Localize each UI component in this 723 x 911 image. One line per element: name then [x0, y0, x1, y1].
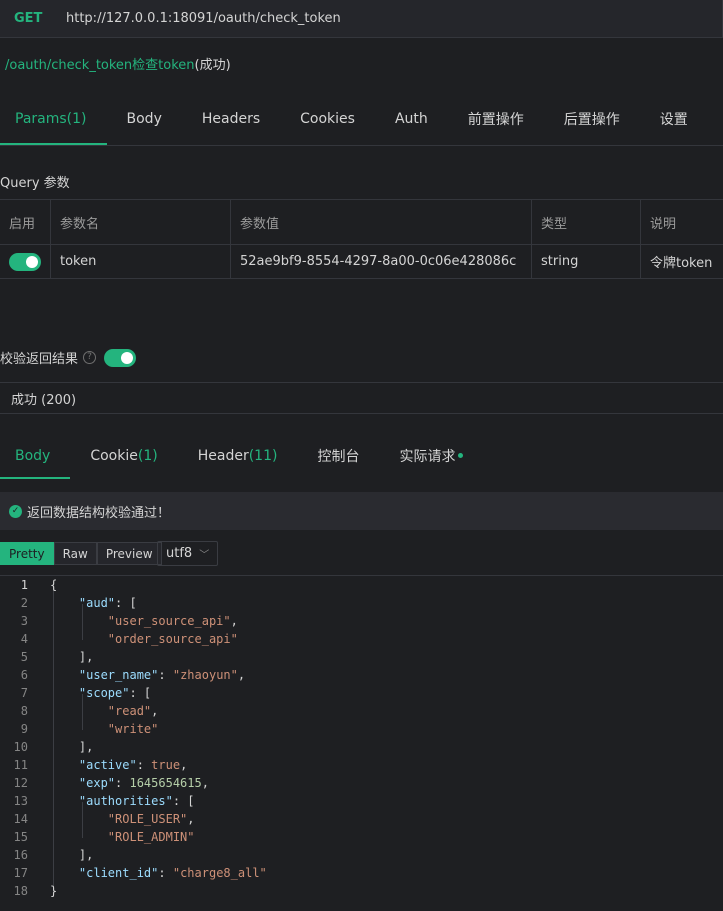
- tab-cookies[interactable]: Cookies: [280, 92, 375, 145]
- response-status: 成功 (200): [11, 392, 77, 408]
- param-name[interactable]: token: [50, 244, 231, 279]
- tab-body[interactable]: Body: [107, 92, 182, 145]
- code-line: 8 "read",: [20, 704, 159, 718]
- tab-response-body[interactable]: Body: [0, 432, 71, 479]
- query-params-table: 启用 参数名 参数值 类型 说明 token 52ae9bf9-8554-429…: [0, 199, 723, 279]
- code-line: 11 "active": true,: [13, 758, 188, 772]
- code-line: 4 "order_source_api": [20, 632, 238, 646]
- table-row: token 52ae9bf9-8554-4297-8a00-0c06e42808…: [0, 244, 723, 279]
- table-header-row: 启用 参数名 参数值 类型 说明: [0, 199, 723, 245]
- tab-headers[interactable]: Headers: [182, 92, 280, 145]
- code-line: 2 "aud": [: [20, 596, 137, 610]
- validation-banner: ✓ 返回数据结构校验通过！: [0, 492, 723, 530]
- view-pretty-button[interactable]: Pretty: [0, 542, 54, 565]
- verify-toggle[interactable]: [104, 348, 137, 367]
- request-tabs: Params (1) Body Headers Cookies Auth 前置操…: [0, 92, 723, 146]
- code-line: 12 "exp": 1645654615,: [13, 776, 209, 790]
- col-value: 参数值: [230, 199, 532, 245]
- view-mode-group: Pretty Raw Preview: [0, 542, 162, 565]
- response-status-select[interactable]: 成功 (200): [0, 382, 723, 414]
- param-enabled-toggle[interactable]: [9, 252, 41, 271]
- tab-auth[interactable]: Auth: [375, 92, 448, 145]
- http-method[interactable]: GET: [0, 11, 66, 26]
- tab-console[interactable]: 控制台: [297, 432, 379, 479]
- code-line: 16 ],: [13, 848, 94, 862]
- check-circle-icon: ✓: [9, 504, 22, 518]
- code-line: 18}: [13, 884, 58, 898]
- col-desc: 说明: [640, 199, 723, 245]
- url-input[interactable]: http://127.0.0.1:18091/oauth/check_token: [66, 11, 341, 26]
- code-line: 14 "ROLE_USER",: [13, 812, 195, 826]
- code-line: 15 "ROLE_ADMIN": [13, 830, 195, 844]
- tab-settings[interactable]: 设置: [640, 92, 708, 145]
- view-raw-button[interactable]: Raw: [53, 542, 97, 565]
- tab-params[interactable]: Params (1): [0, 92, 107, 145]
- verify-response: 校验返回结果 ?: [0, 348, 137, 367]
- tab-response-header[interactable]: Header (11): [178, 432, 298, 479]
- tab-response-cookie[interactable]: Cookie (1): [70, 432, 177, 479]
- chevron-down-icon: ﹀: [199, 550, 210, 561]
- col-name: 参数名: [50, 199, 231, 245]
- request-url-bar[interactable]: GET http://127.0.0.1:18091/oauth/check_t…: [0, 0, 723, 38]
- param-value[interactable]: 52ae9bf9-8554-4297-8a00-0c06e428086c: [230, 244, 532, 279]
- validation-message: 返回数据结构校验通过！: [27, 505, 171, 521]
- indicator-dot-icon: [458, 453, 464, 458]
- code-line: 6 "user_name": "zhaoyun",: [20, 668, 246, 682]
- tab-actual-request[interactable]: 实际请求: [379, 432, 483, 479]
- response-tabs: Body Cookie (1) Header (11) 控制台 实际请求: [0, 432, 723, 479]
- response-body-code[interactable]: 1{ 2 "aud": [ 3 "user_source_api", 4 "or…: [0, 575, 723, 900]
- tab-post-request[interactable]: 后置操作: [544, 92, 640, 145]
- code-line: 13 "authorities": [: [13, 794, 195, 808]
- encoding-value: utf8: [166, 546, 193, 561]
- query-params-title: Query 参数: [0, 176, 70, 191]
- code-line: 10 ],: [13, 740, 94, 754]
- col-type: 类型: [531, 199, 641, 245]
- help-icon[interactable]: ?: [83, 351, 97, 364]
- request-path: /oauth/check_token检查token: [5, 58, 195, 73]
- encoding-select[interactable]: utf8 ﹀: [157, 541, 218, 566]
- tab-pre-request[interactable]: 前置操作: [448, 92, 544, 145]
- code-line: 17 "client_id": "charge8_all": [13, 866, 267, 880]
- request-title: /oauth/check_token检查token(成功): [5, 54, 231, 73]
- col-enabled: 启用: [0, 199, 51, 245]
- code-line: 7 "scope": [: [20, 686, 152, 700]
- param-desc[interactable]: 令牌token: [640, 244, 723, 279]
- request-status: (成功): [194, 58, 231, 73]
- enable-cell: [0, 244, 51, 279]
- param-type[interactable]: string: [531, 244, 641, 279]
- view-preview-button[interactable]: Preview: [96, 542, 162, 565]
- code-line: 9 "write": [20, 722, 159, 736]
- verify-label: 校验返回结果: [0, 352, 79, 367]
- code-line: 1{: [20, 578, 58, 592]
- code-line: 5 ],: [20, 650, 94, 664]
- code-line: 3 "user_source_api",: [20, 614, 238, 628]
